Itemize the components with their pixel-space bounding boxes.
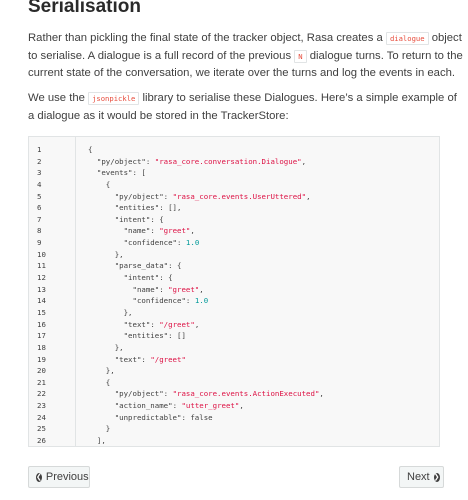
n-inline-code: N xyxy=(294,49,307,63)
code-line: }, xyxy=(88,366,115,376)
code-line: "py/object": "rasa_core.events.ActionExe… xyxy=(114,389,324,399)
previous-label: Previous xyxy=(45,471,89,483)
line-number: 21 xyxy=(37,377,46,387)
code-line: }, xyxy=(88,307,133,317)
code-line: { xyxy=(88,179,111,189)
line-number: 2 xyxy=(37,156,42,166)
line-number: 20 xyxy=(37,366,46,376)
code-line: "py/object": "rasa_core.events.UserUtter… xyxy=(114,191,311,201)
code-content[interactable]: { "py/object": "rasa_core.conversation.D… xyxy=(88,144,324,446)
code-line: "name": "greet", xyxy=(123,226,195,236)
line-number: 3 xyxy=(37,168,42,178)
doc-page: Serialisation Rather than pickling the f… xyxy=(0,0,468,500)
arrow-circle-left-icon: ❮ xyxy=(36,472,42,482)
code-line: "intent": { xyxy=(114,214,164,224)
line-number: 18 xyxy=(37,342,46,352)
next-label: Next xyxy=(407,471,430,483)
arrow-circle-right-icon: ❯ xyxy=(433,472,440,482)
code-line: }, xyxy=(88,249,124,259)
code-line: } xyxy=(88,424,111,434)
section-heading: Serialisation xyxy=(28,0,141,17)
jsonpickle-paragraph: We use the jsonpickle library to seriali… xyxy=(28,90,464,124)
code-line: "text": "/greet", xyxy=(123,319,200,329)
code-line: "py/object": "rasa_core.conversation.Dia… xyxy=(96,156,307,166)
code-line: { xyxy=(88,145,93,154)
line-number: 12 xyxy=(37,273,46,283)
dialogue-inline-code: dialogue xyxy=(385,32,429,45)
code-line: "name": "greet", xyxy=(132,284,204,294)
line-number: 9 xyxy=(37,238,42,248)
code-line: "unpredictable": false xyxy=(114,412,213,422)
code-line: "parse_data": { xyxy=(114,261,182,271)
line-number: 5 xyxy=(37,191,42,201)
code-block[interactable]: 1 2 3 4 5 6 7 8 9 10 11 12 13 14 15 16 17 18 19 20 21 22 23 24 2… xyxy=(28,136,440,447)
line-number: 8 xyxy=(37,226,42,236)
code-line: "confidence": 1.0 xyxy=(132,296,209,306)
line-number: 14 xyxy=(37,296,46,306)
code-line: "intent": { xyxy=(123,273,173,283)
line-number: 19 xyxy=(37,354,46,364)
code-line: "action_name": "utter_greet", xyxy=(114,401,244,411)
line-numbers: 1 2 3 4 5 6 7 8 9 10 11 12 13 14 15 16 17 18 19 20 21 22 23 24 2… xyxy=(37,144,67,446)
line-number: 25 xyxy=(37,424,46,434)
line-number: 22 xyxy=(37,389,46,399)
previous-button[interactable]: ❮ Previous xyxy=(28,466,90,488)
line-number: 26 xyxy=(37,436,46,446)
para2-text-a: We use the xyxy=(28,92,89,104)
line-number: 15 xyxy=(37,307,46,317)
line-number: 11 xyxy=(37,261,46,271)
para1-text-a: Rather than pickling the final state of … xyxy=(28,32,386,44)
code-line: "confidence": 1.0 xyxy=(123,238,200,248)
code-line: "text": "/greet" xyxy=(114,354,186,364)
code-line: "events": [ xyxy=(96,168,146,178)
next-button[interactable]: Next ❯ xyxy=(399,466,444,488)
line-number: 24 xyxy=(37,412,46,422)
code-line: "entities": [], xyxy=(114,203,182,213)
jsonpickle-inline-code: jsonpickle xyxy=(88,92,140,105)
line-number: 7 xyxy=(37,214,42,224)
code-line: ], xyxy=(88,436,106,446)
code-line: }, xyxy=(88,342,124,352)
line-number: 1 xyxy=(37,145,42,154)
line-number-gutter: 1 2 3 4 5 6 7 8 9 10 11 12 13 14 15 16 17 18 19 20 21 22 23 24 2… xyxy=(29,137,76,446)
line-number: 10 xyxy=(37,249,46,259)
line-number: 23 xyxy=(37,401,46,411)
line-number: 17 xyxy=(37,331,46,341)
intro-paragraph: Rather than pickling the final state of … xyxy=(28,30,464,82)
line-number: 6 xyxy=(37,203,42,213)
line-number: 16 xyxy=(37,319,46,329)
code-line: { xyxy=(88,377,111,387)
line-number: 13 xyxy=(37,284,46,294)
line-number: 4 xyxy=(37,179,42,189)
code-line: "entities": [] xyxy=(123,331,186,341)
